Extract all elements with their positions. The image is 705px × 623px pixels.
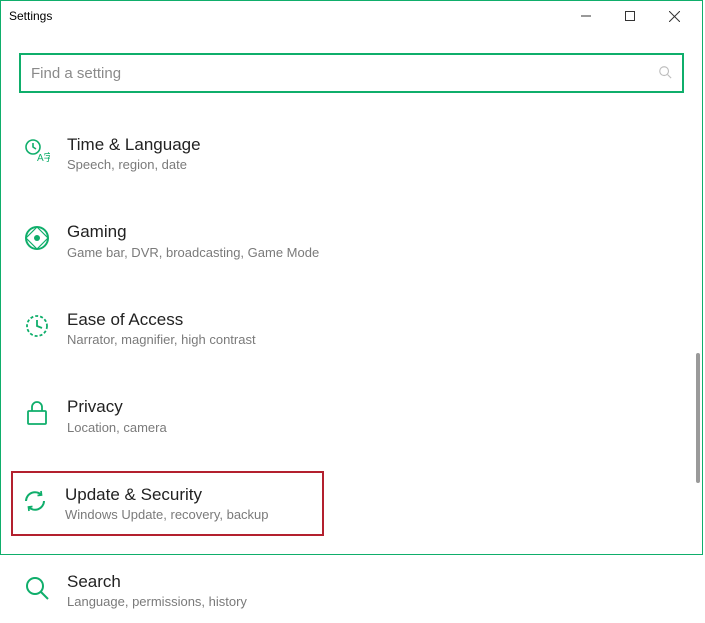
search-nav-icon [23, 574, 51, 602]
settings-item-update-security[interactable]: Update & Security Windows Update, recove… [11, 471, 324, 536]
item-title: Search [67, 572, 247, 592]
close-button[interactable] [652, 1, 696, 31]
item-desc: Speech, region, date [67, 157, 201, 172]
search-input[interactable] [31, 65, 658, 82]
gaming-icon [23, 224, 51, 252]
settings-content: A字 Time & Language Speech, region, date [1, 31, 702, 554]
item-title: Ease of Access [67, 310, 256, 330]
item-title: Gaming [67, 222, 319, 242]
item-desc: Game bar, DVR, broadcasting, Game Mode [67, 245, 319, 260]
scrollbar[interactable] [696, 353, 700, 483]
window-title: Settings [7, 9, 52, 23]
item-desc: Windows Update, recovery, backup [65, 507, 269, 522]
maximize-button[interactable] [608, 1, 652, 31]
svg-text:A字: A字 [37, 151, 50, 164]
item-desc: Language, permissions, history [67, 594, 247, 609]
settings-item-privacy[interactable]: Privacy Location, camera [19, 383, 684, 448]
item-title: Privacy [67, 397, 167, 417]
update-security-icon [21, 487, 49, 515]
privacy-icon [23, 399, 51, 427]
settings-item-ease-of-access[interactable]: Ease of Access Narrator, magnifier, high… [19, 296, 684, 361]
settings-item-gaming[interactable]: Gaming Game bar, DVR, broadcasting, Game… [19, 208, 684, 273]
minimize-button[interactable] [564, 1, 608, 31]
search-icon [658, 65, 672, 82]
search-box[interactable] [19, 53, 684, 93]
time-language-icon: A字 [23, 137, 51, 165]
titlebar: Settings [1, 1, 702, 31]
item-title: Time & Language [67, 135, 201, 155]
settings-item-search[interactable]: Search Language, permissions, history [19, 558, 684, 623]
item-desc: Location, camera [67, 420, 167, 435]
item-title: Update & Security [65, 485, 269, 505]
settings-window: Settings A字 [0, 0, 703, 555]
settings-item-time-language[interactable]: A字 Time & Language Speech, region, date [19, 121, 684, 186]
settings-list: A字 Time & Language Speech, region, date [19, 121, 684, 623]
item-desc: Narrator, magnifier, high contrast [67, 332, 256, 347]
ease-of-access-icon [23, 312, 51, 340]
